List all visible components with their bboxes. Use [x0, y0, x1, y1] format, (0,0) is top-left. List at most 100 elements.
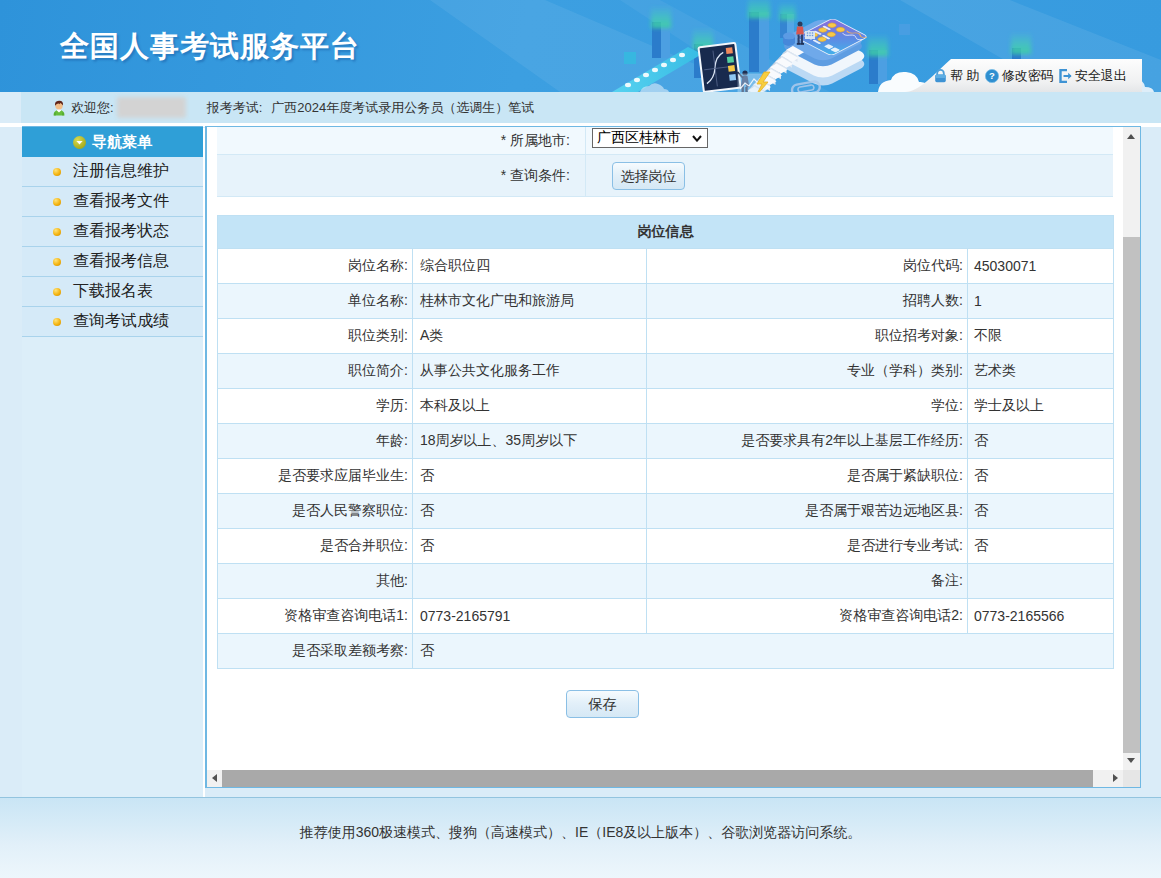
- table-row: 是否采取差额考察:否: [218, 634, 1114, 669]
- topbar-actions: 帮 助 ? 修改密码 安全退出: [934, 59, 1127, 92]
- table-row: 年龄:18周岁以上、35周岁以下是否要求具有2年以上基层工作经历:否: [218, 424, 1114, 459]
- row-label: 资格审查咨询电话2:: [647, 599, 968, 634]
- content-area: * 所属地市: 广西区桂林市 * 查询条件: 选择岗位 岗位信息 岗位名称:综合…: [207, 127, 1123, 770]
- row-label: 专业（学科）类别:: [647, 354, 968, 389]
- row-value: 1: [968, 284, 1114, 319]
- row-value: 否: [413, 459, 647, 494]
- row-label: 岗位代码:: [647, 249, 968, 284]
- greeting-label: 欢迎您:: [71, 99, 114, 117]
- sidebar-item-label: 查看报考文件: [73, 191, 169, 212]
- row-label: 是否人民警察职位:: [218, 494, 413, 529]
- content-panel: * 所属地市: 广西区桂林市 * 查询条件: 选择岗位 岗位信息 岗位名称:综合…: [205, 126, 1141, 788]
- region-row: * 所属地市: 广西区桂林市: [217, 127, 1113, 155]
- sidebar-item-2[interactable]: 查看报考状态: [22, 217, 203, 247]
- change-password-label: 修改密码: [1002, 67, 1054, 85]
- row-label: 是否属于艰苦边远地区县:: [647, 494, 968, 529]
- region-select[interactable]: 广西区桂林市: [592, 128, 708, 148]
- row-value: 0773-2165566: [968, 599, 1114, 634]
- sidebar-item-4[interactable]: 下载报名表: [22, 277, 203, 307]
- row-value: 否: [968, 459, 1114, 494]
- vertical-scrollbar-thumb[interactable]: [1123, 237, 1140, 753]
- row-value: 18周岁以上、35周岁以下: [413, 424, 647, 459]
- sidebar-item-0[interactable]: 注册信息维护: [22, 157, 203, 187]
- bullet-icon: [53, 258, 61, 266]
- row-value: 从事公共文化服务工作: [413, 354, 647, 389]
- sidebar-item-1[interactable]: 查看报考文件: [22, 187, 203, 217]
- change-password-button[interactable]: ? 修改密码: [985, 67, 1054, 85]
- row-label: 职位简介:: [218, 354, 413, 389]
- chevron-down-icon: [73, 136, 86, 149]
- post-info-table: 岗位信息 岗位名称:综合职位四岗位代码:45030071单位名称:桂林市文化广电…: [217, 215, 1114, 669]
- footer-text: 推荐使用360极速模式、搜狗（高速模式）、IE（IE8及以上版本）、谷歌浏览器访…: [0, 824, 1161, 842]
- scroll-left-arrow-icon[interactable]: [212, 774, 217, 782]
- query-form: * 所属地市: 广西区桂林市 * 查询条件: 选择岗位: [217, 127, 1113, 197]
- sidebar-menu: 注册信息维护查看报考文件查看报考状态查看报考信息下载报名表查询考试成绩: [22, 157, 203, 337]
- row-label: 职位招考对象:: [647, 319, 968, 354]
- row-label: 备注:: [647, 564, 968, 599]
- table-row: 是否要求应届毕业生:否是否属于紧缺职位:否: [218, 459, 1114, 494]
- table-row: 岗位名称:综合职位四岗位代码:45030071: [218, 249, 1114, 284]
- sidebar-item-label: 查询考试成绩: [73, 311, 169, 332]
- row-value: 否: [968, 529, 1114, 564]
- row-label: 单位名称:: [218, 284, 413, 319]
- logout-button[interactable]: 安全退出: [1059, 67, 1127, 85]
- row-label: 学历:: [218, 389, 413, 424]
- horizontal-scrollbar-thumb[interactable]: [222, 770, 1093, 787]
- help-button[interactable]: 帮 助: [934, 67, 980, 85]
- scroll-right-arrow-icon[interactable]: [1113, 774, 1118, 782]
- select-post-button[interactable]: 选择岗位: [612, 162, 685, 190]
- bullet-icon: [53, 318, 61, 326]
- row-label: 年龄:: [218, 424, 413, 459]
- row-label: 学位:: [647, 389, 968, 424]
- row-value: 桂林市文化广电和旅游局: [413, 284, 647, 319]
- row-label: 岗位名称:: [218, 249, 413, 284]
- table-row: 资格审查咨询电话1:0773-2165791资格审查咨询电话2:0773-216…: [218, 599, 1114, 634]
- row-label: 资格审查咨询电话1:: [218, 599, 413, 634]
- row-value: 综合职位四: [413, 249, 647, 284]
- row-value: 本科及以上: [413, 389, 647, 424]
- page-title: 全国人事考试服务平台: [60, 27, 360, 67]
- row-value: 否: [413, 529, 647, 564]
- row-value: 0773-2165791: [413, 599, 647, 634]
- table-title: 岗位信息: [218, 216, 1114, 249]
- row-value: 否: [968, 424, 1114, 459]
- row-value: 45030071: [968, 249, 1114, 284]
- row-label: 是否采取差额考察:: [218, 634, 413, 669]
- row-value: 不限: [968, 319, 1114, 354]
- user-avatar-icon: [51, 99, 67, 116]
- row-label: 是否要求应届毕业生:: [218, 459, 413, 494]
- vertical-scrollbar[interactable]: [1123, 127, 1140, 770]
- table-row: 是否合并职位:否是否进行专业考试:否: [218, 529, 1114, 564]
- sidebar-item-5[interactable]: 查询考试成绩: [22, 307, 203, 337]
- row-value: A类: [413, 319, 647, 354]
- bullet-icon: [53, 168, 61, 176]
- row-label: 是否属于紧缺职位:: [647, 459, 968, 494]
- sidebar: 导航菜单 注册信息维护查看报考文件查看报考状态查看报考信息下载报名表查询考试成绩: [22, 126, 203, 798]
- bullet-icon: [53, 198, 61, 206]
- sidebar-item-label: 注册信息维护: [73, 161, 169, 182]
- table-head: 岗位信息: [218, 216, 1114, 249]
- table-row: 职位类别:A类职位招考对象:不限: [218, 319, 1114, 354]
- scroll-up-arrow-icon[interactable]: [1127, 134, 1135, 139]
- sidebar-item-label: 下载报名表: [73, 281, 153, 302]
- row-label: 职位类别:: [218, 319, 413, 354]
- table-row: 是否人民警察职位:否是否属于艰苦边远地区县:否: [218, 494, 1114, 529]
- exam-name: 广西2024年度考试录用公务员（选调生）笔试: [271, 99, 534, 117]
- table-row: 其他:备注:: [218, 564, 1114, 599]
- sidebar-item-3[interactable]: 查看报考信息: [22, 247, 203, 277]
- sidebar-item-label: 查看报考信息: [73, 251, 169, 272]
- svg-text:?: ?: [989, 70, 995, 81]
- row-label: 是否进行专业考试:: [647, 529, 968, 564]
- monitor-icon: [698, 43, 740, 92]
- scroll-down-arrow-icon[interactable]: [1127, 758, 1135, 763]
- save-button[interactable]: 保存: [566, 690, 639, 718]
- row-label: 是否合并职位:: [218, 529, 413, 564]
- row-value: 学士及以上: [968, 389, 1114, 424]
- logout-icon: [1059, 69, 1072, 83]
- row-value: 否: [413, 634, 1114, 669]
- footer: 推荐使用360极速模式、搜狗（高速模式）、IE（IE8及以上版本）、谷歌浏览器访…: [0, 797, 1161, 878]
- horizontal-scrollbar[interactable]: [207, 770, 1123, 787]
- table-row: 单位名称:桂林市文化广电和旅游局招聘人数:1: [218, 284, 1114, 319]
- exam-label: 报考考试:: [207, 99, 263, 117]
- lock-icon: [934, 69, 947, 83]
